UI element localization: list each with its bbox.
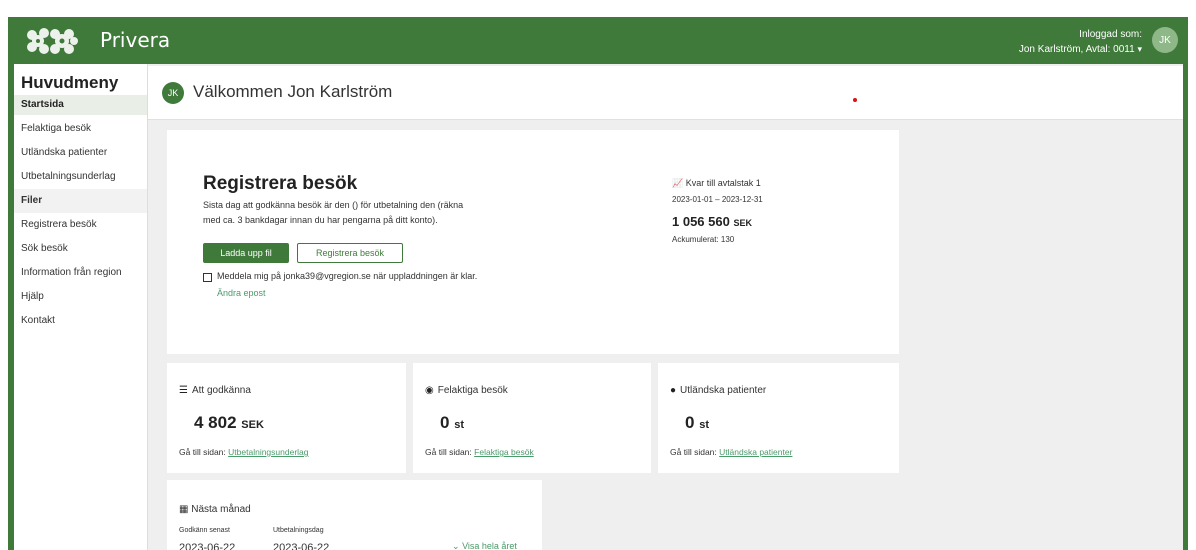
show-full-year-link[interactable]: ⌄ Visa hela året — [452, 541, 517, 550]
chevron-down-icon: ⌄ — [452, 541, 460, 550]
next-month-title: Nästa månad — [191, 504, 251, 515]
accumulated-count: Ackumulerat: 130 — [672, 235, 735, 244]
limit-amount: 1 056 560 SEK — [672, 214, 752, 229]
sidebar-title: Huvudmeny — [21, 73, 119, 92]
show-full-year-label: Visa hela året — [462, 541, 517, 550]
sidebar-item-information-fran-region[interactable]: Information från region — [14, 261, 147, 285]
user-menu[interactable]: Inloggad som: Jon Karlström, Avtal: 0011… — [1019, 27, 1142, 57]
chart-icon: 📈 — [672, 178, 684, 188]
stat-value: 0 st — [440, 413, 464, 433]
sidebar-item-startsida[interactable]: Startsida — [14, 95, 147, 115]
limit-label-text: Kvar till avtalstak 1 — [685, 178, 761, 188]
stat-header: ☰ Att godkänna — [179, 385, 251, 396]
sidebar-item-utlandska-patienter[interactable]: Utländska patienter — [14, 141, 147, 165]
welcome-avatar: JK — [162, 82, 184, 104]
sidebar-item-registrera-besok[interactable]: Registrera besök — [14, 213, 147, 237]
stat-value-unit: SEK — [241, 419, 264, 431]
stat-title: Felaktiga besök — [437, 385, 508, 396]
stat-link-row: Gå till sidan: Felaktiga besök — [425, 447, 534, 457]
stat-header: ◉ Felaktiga besök — [425, 385, 508, 396]
limit-label: 📈 Kvar till avtalstak 1 — [672, 178, 761, 189]
top-bar: Privera Inloggad som: Jon Karlström, Avt… — [8, 17, 1188, 64]
register-visit-button[interactable]: Registrera besök — [297, 243, 403, 263]
page-title: Välkommen Jon Karlström — [193, 82, 393, 101]
stat-card-att-godkanna: ☰ Att godkänna 4 802 SEK Gå till sidan: U… — [167, 363, 406, 473]
stat-link-prefix: Gå till sidan: — [425, 447, 472, 457]
approve-by-label: Godkänn senast — [179, 527, 230, 534]
notify-checkbox[interactable] — [203, 273, 212, 282]
sidebar: Huvudmeny Startsida Felaktiga besök Utlä… — [14, 64, 148, 550]
register-description-line-2: med ca. 3 bankdagar innan du har pengarn… — [203, 215, 438, 225]
stat-title: Att godkänna — [191, 385, 251, 396]
stat-card-felaktiga-besok: ◉ Felaktiga besök 0 st Gå till sidan: Fel… — [413, 363, 651, 473]
notify-label: Meddela mig på jonka39@vgregion.se när u… — [217, 271, 478, 281]
sidebar-group-filer[interactable]: Filer — [14, 189, 147, 213]
stat-link-utbetalningsunderlag[interactable]: Utbetalningsunderlag — [228, 447, 308, 457]
limit-amount-value: 1 056 560 — [672, 214, 730, 229]
limit-amount-unit: SEK — [733, 218, 752, 228]
right-frame — [1183, 64, 1188, 550]
user-account-line: Jon Karlström, Avtal: 0011 — [1018, 44, 1135, 55]
stat-link-felaktiga-besok[interactable]: Felaktiga besök — [474, 447, 534, 457]
stat-link-row: Gå till sidan: Utländska patienter — [670, 447, 792, 457]
main-content: JK Välkommen Jon Karlström Registrera be… — [148, 64, 1183, 550]
globe-icon: ● — [670, 385, 677, 396]
eye-icon: ◉ — [425, 385, 434, 396]
stat-value-unit: st — [699, 419, 709, 431]
stat-header: ● Utländska patienter — [670, 385, 766, 396]
stat-link-utlandska-patienter[interactable]: Utländska patienter — [719, 447, 792, 457]
stat-link-prefix: Gå till sidan: — [670, 447, 717, 457]
stat-value-number: 0 — [685, 413, 695, 432]
next-month-header: ▦ Nästa månad — [179, 504, 251, 515]
payment-day-date: 2023-06-22 — [273, 542, 330, 550]
welcome-bar: JK Välkommen Jon Karlström — [148, 66, 1183, 120]
chevron-down-icon[interactable]: ▾ — [1137, 44, 1142, 54]
calendar-icon: ▦ — [179, 504, 189, 515]
sidebar-item-hjalp[interactable]: Hjälp — [14, 285, 147, 309]
flower-logo-icon[interactable] — [24, 21, 82, 61]
stat-card-utlandska-patienter: ● Utländska patienter 0 st Gå till sidan:… — [658, 363, 899, 473]
stat-value: 0 st — [685, 413, 709, 433]
stat-value-unit: st — [454, 419, 464, 431]
sidebar-item-sok-besok[interactable]: Sök besök — [14, 237, 147, 261]
stat-value-number: 0 — [440, 413, 450, 432]
limit-dates: 2023-01-01 – 2023-12-31 — [672, 195, 763, 204]
stat-value-number: 4 802 — [194, 413, 237, 432]
upload-file-button[interactable]: Ladda upp fil — [203, 243, 289, 263]
stat-link-row: Gå till sidan: Utbetalningsunderlag — [179, 447, 309, 457]
brand-name: Privera — [100, 28, 171, 52]
sidebar-item-utbetalningsunderlag[interactable]: Utbetalningsunderlag — [14, 165, 147, 189]
stat-value: 4 802 SEK — [194, 413, 264, 433]
stat-link-prefix: Gå till sidan: — [179, 447, 226, 457]
next-month-card: ▦ Nästa månad Godkänn senast Utbetalning… — [167, 480, 542, 550]
notification-dot — [853, 98, 857, 102]
list-check-icon: ☰ — [179, 385, 188, 396]
register-visit-card: Registrera besök Sista dag att godkänna … — [167, 130, 899, 354]
logged-in-label: Inloggad som: — [1079, 29, 1142, 40]
sidebar-item-felaktiga-besok[interactable]: Felaktiga besök — [14, 117, 147, 141]
user-avatar[interactable]: JK — [1152, 27, 1178, 53]
register-description-line-1: Sista dag att godkänna besök är den () f… — [203, 200, 464, 210]
change-email-link[interactable]: Ändra epost — [217, 288, 266, 298]
stat-title: Utländska patienter — [680, 385, 767, 396]
payment-day-label: Utbetalningsdag — [273, 527, 324, 534]
register-title: Registrera besök — [203, 173, 358, 194]
register-description: Sista dag att godkänna besök är den () f… — [203, 198, 523, 228]
sidebar-item-kontakt[interactable]: Kontakt — [14, 309, 147, 333]
approve-by-date: 2023-06-22 — [179, 542, 236, 550]
